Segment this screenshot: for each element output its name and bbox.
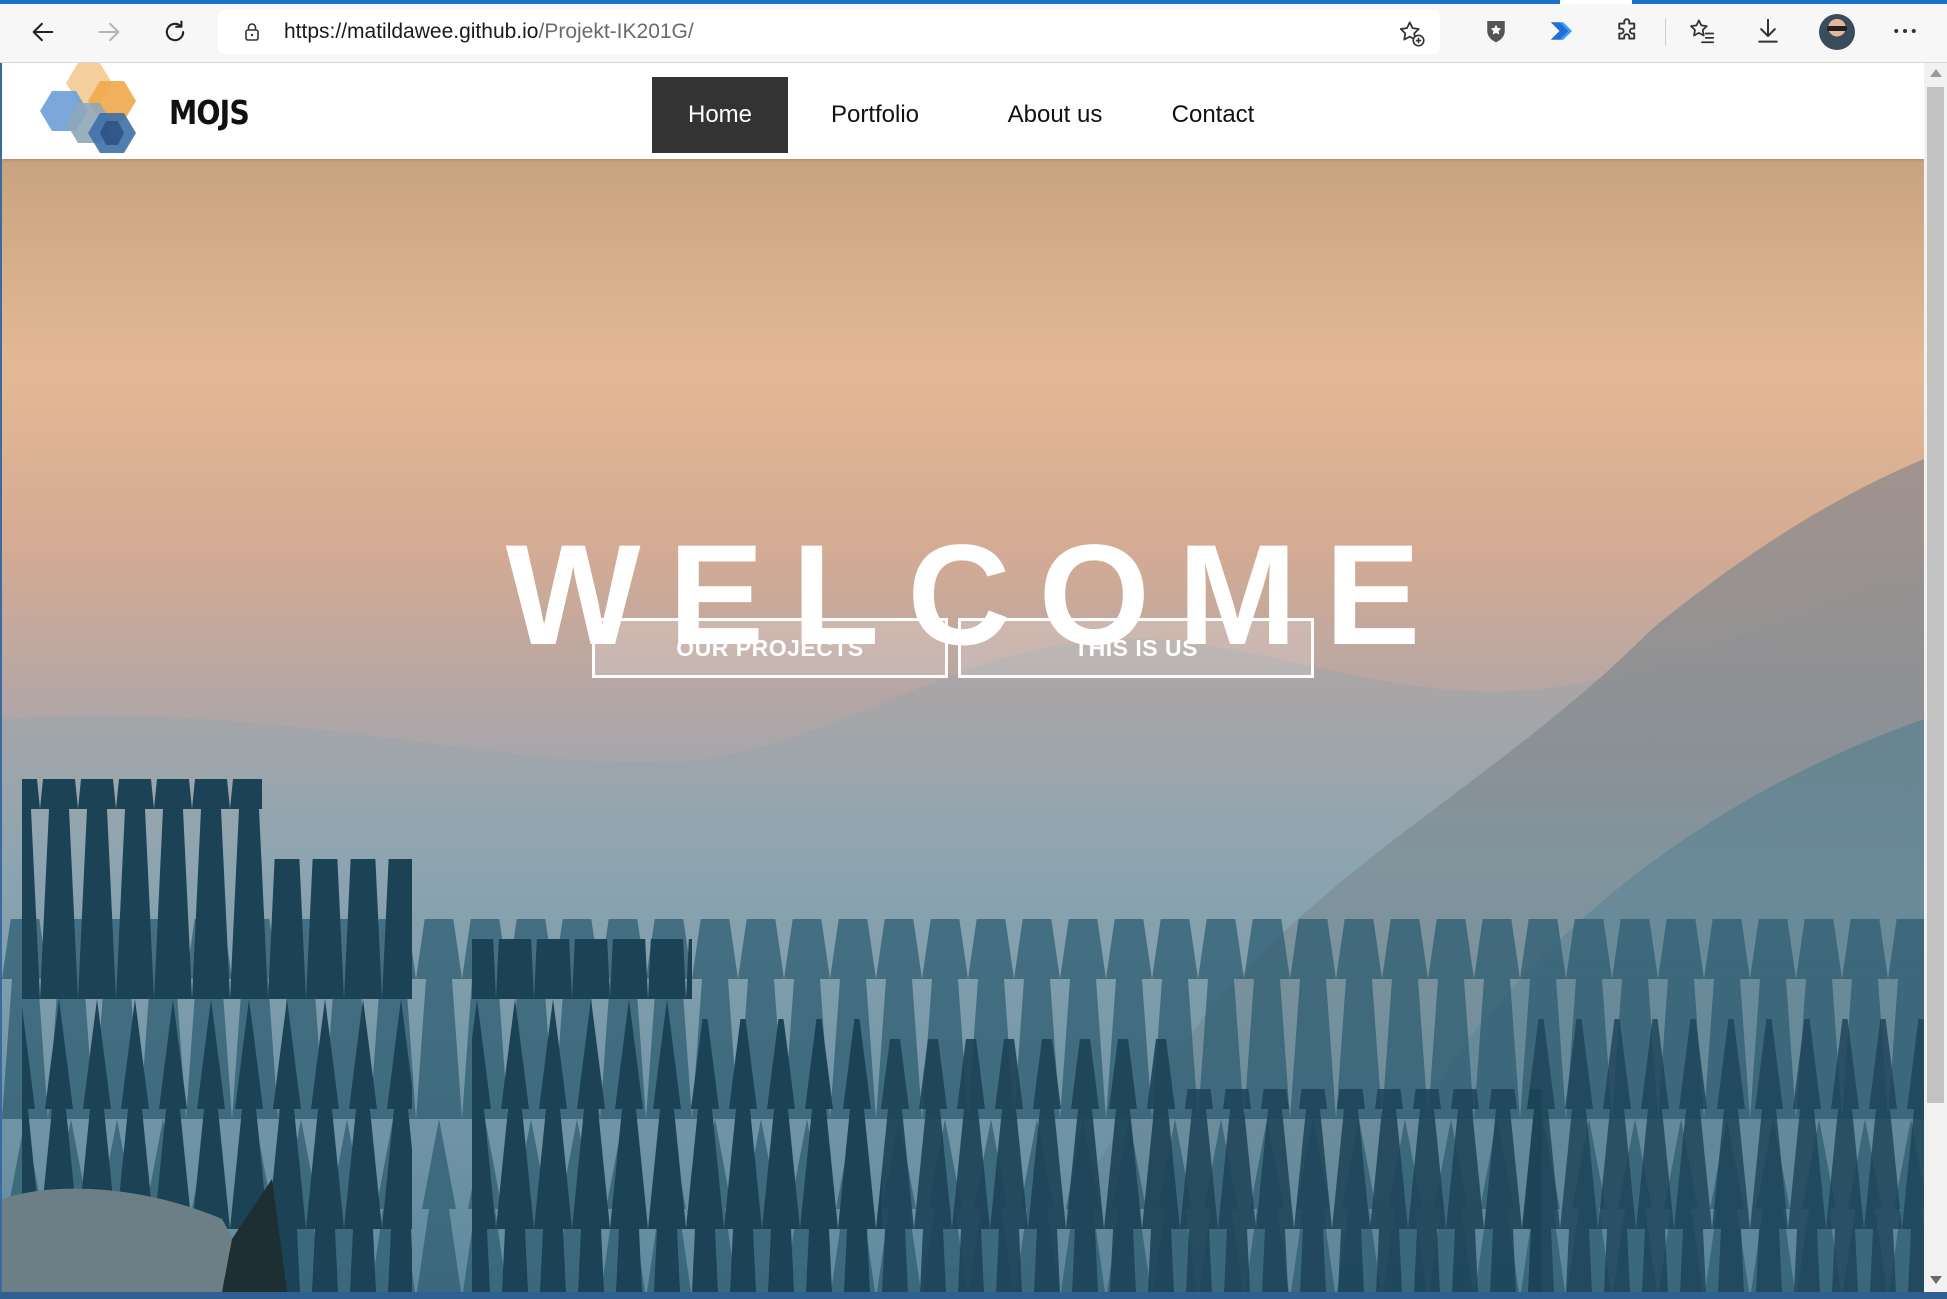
refresh-icon[interactable]: [155, 12, 195, 52]
nav-portfolio[interactable]: Portfolio: [810, 77, 940, 153]
nav-home[interactable]: Home: [652, 77, 788, 153]
nav-contact[interactable]: Contact: [1152, 77, 1274, 153]
scroll-down-icon[interactable]: [1930, 1276, 1942, 1284]
window-bottom-edge: [0, 1292, 1947, 1299]
tab-indicator: [1632, 0, 1947, 4]
download-icon[interactable]: [1751, 14, 1785, 48]
shield-icon[interactable]: [1479, 14, 1513, 48]
lock-icon[interactable]: [240, 20, 264, 44]
address-bar[interactable]: https://matildawee.github.io/Projekt-IK2…: [218, 10, 1440, 54]
hero-section: WELCOME OUR PROJECTS THIS IS US: [2, 159, 1924, 1292]
this-is-us-button[interactable]: THIS IS US: [958, 618, 1314, 678]
url-host: https://matildawee.github.io: [284, 20, 539, 43]
nav-about-us[interactable]: About us: [980, 77, 1130, 153]
active-tab-indicator: [0, 0, 1560, 4]
page-viewport: MOJS Home Portfolio About us Contact WEL…: [0, 63, 1924, 1292]
star-add-icon[interactable]: [1396, 18, 1426, 48]
back-arrow-icon[interactable]: [23, 12, 63, 52]
logo-icon[interactable]: [38, 63, 156, 155]
puzzle-icon[interactable]: [1611, 14, 1645, 48]
arrow-extension-icon[interactable]: [1545, 14, 1579, 48]
forward-arrow-icon[interactable]: [89, 12, 129, 52]
url-path: /Projekt-IK201G/: [538, 20, 694, 43]
browser-toolbar: https://matildawee.github.io/Projekt-IK2…: [0, 0, 1947, 63]
url-text[interactable]: https://matildawee.github.io/Projekt-IK2…: [284, 20, 694, 44]
page-scrollbar[interactable]: [1924, 63, 1947, 1292]
hero-landscape-image: [2, 159, 1924, 1292]
our-projects-button[interactable]: OUR PROJECTS: [592, 618, 948, 678]
site-header: MOJS Home Portfolio About us Contact: [2, 63, 1924, 159]
toolbar-divider: [1665, 18, 1666, 46]
profile-avatar[interactable]: [1819, 14, 1855, 50]
more-icon[interactable]: [1888, 14, 1922, 48]
favorites-icon[interactable]: [1685, 14, 1719, 48]
logo-text[interactable]: MOJS: [169, 93, 250, 132]
scroll-up-icon[interactable]: [1930, 69, 1942, 77]
tab-strip: [0, 0, 1947, 4]
scrollbar-thumb[interactable]: [1927, 87, 1944, 1103]
